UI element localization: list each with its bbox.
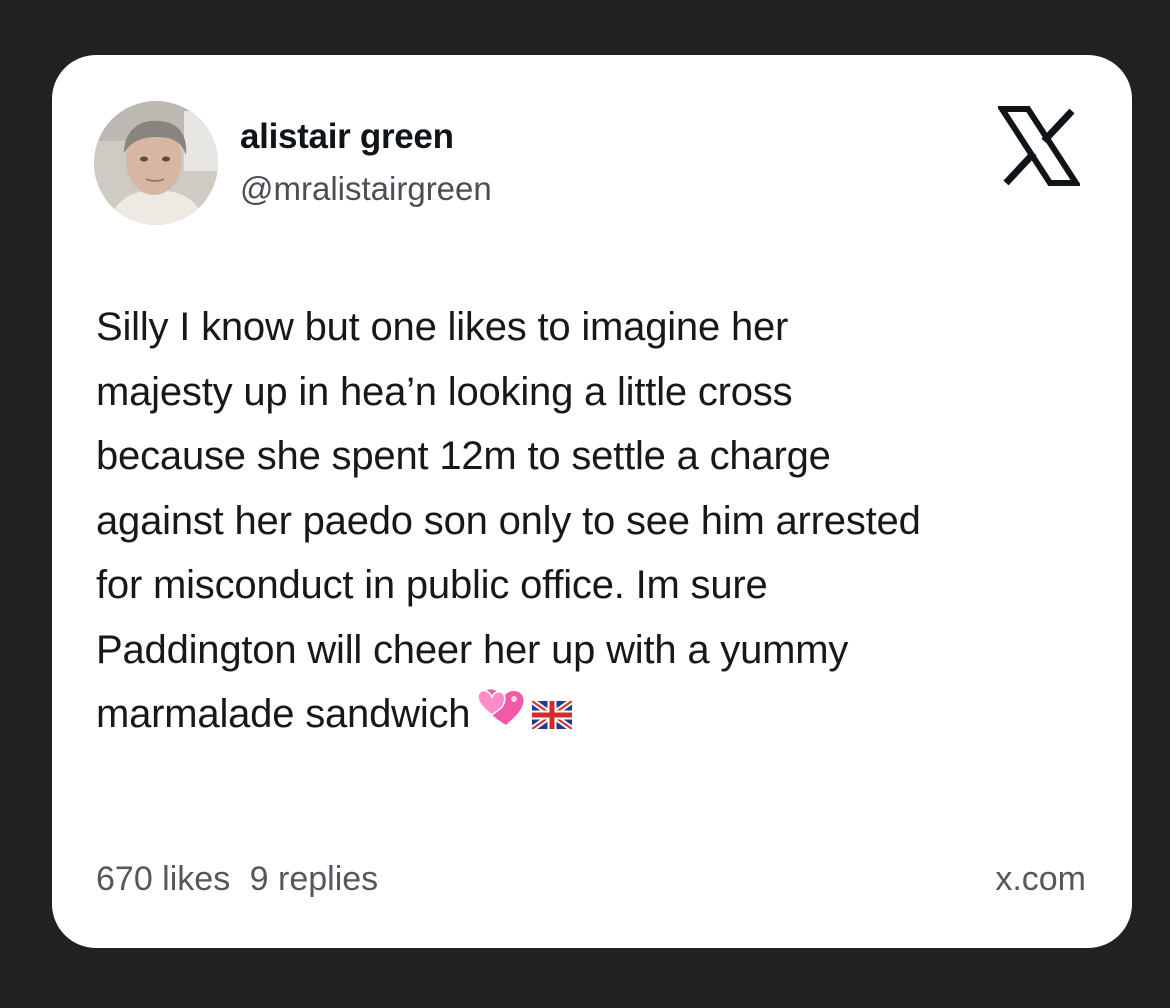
tweet-text-line: majesty up in hea’n looking a little cro… [96, 369, 793, 414]
source-domain-link[interactable]: x.com [995, 860, 1086, 899]
tweet-text-line: Paddington will cheer her up with a yumm… [96, 627, 849, 672]
two-hearts-emoji-icon [476, 684, 526, 749]
avatar[interactable] [94, 101, 218, 225]
tweet-text-line: because she spent 12m to settle a charge [96, 434, 831, 478]
tweet-text-line: Silly I know but one likes to imagine he… [96, 305, 789, 349]
x-logo-icon[interactable] [996, 105, 1082, 187]
tweet-card: alistair green @mralistairgreen Silly I … [52, 55, 1132, 948]
author-handle[interactable]: @mralistairgreen [240, 170, 492, 208]
tweet-stats: 670 likes 9 replies [96, 860, 378, 899]
likes-count[interactable]: 670 likes [96, 860, 230, 898]
tweet-text-line-last: marmalade sandwich [96, 682, 1096, 749]
author-display-name[interactable]: alistair green [240, 117, 454, 157]
tweet-text-line: against her paedo son only to see him ar… [96, 498, 921, 543]
tweet-text: Silly I know but one likes to imagine he… [96, 295, 1096, 749]
tweet-text-line: for misconduct in public office. Im sure [96, 563, 768, 607]
profile-photo-icon [94, 101, 218, 225]
replies-count[interactable]: 9 replies [250, 860, 379, 898]
tweet-text-line: marmalade sandwich [96, 692, 471, 736]
uk-flag-emoji-icon [530, 684, 575, 749]
